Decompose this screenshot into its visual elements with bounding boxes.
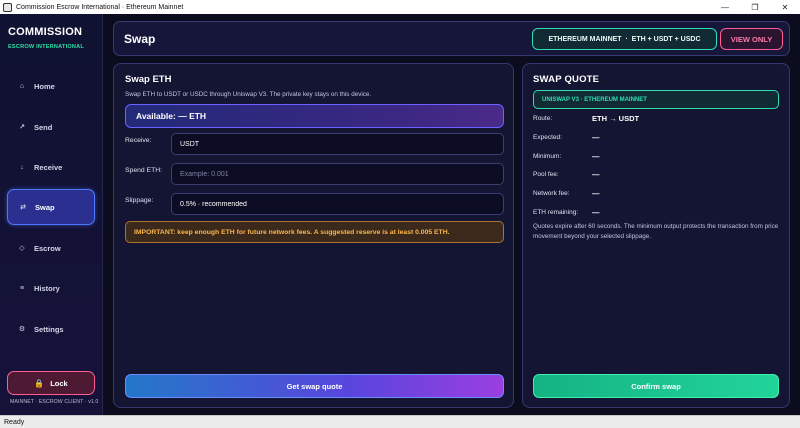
swap-quote-panel: SWAP QUOTE UNISWAP V3 · ETHEREUM MAINNET… bbox=[522, 63, 790, 408]
window-title: Commission Escrow International · Ethere… bbox=[16, 3, 184, 11]
swap-description: Swap ETH to USDT or USDC through Uniswap… bbox=[125, 91, 372, 98]
sidebar-item-label: History bbox=[34, 283, 60, 293]
sidebar-item-send[interactable]: ↗ Send bbox=[7, 109, 95, 145]
slippage-label: Slippage: bbox=[125, 197, 154, 204]
sidebar-item-label: Settings bbox=[34, 324, 64, 334]
gear-icon: ⚙ bbox=[18, 326, 26, 333]
quote-row-minimum: Minimum: — bbox=[533, 152, 779, 165]
receive-label: Receive: bbox=[125, 137, 152, 144]
swap-panel-title: Swap ETH bbox=[125, 74, 172, 85]
quote-value: — bbox=[592, 189, 600, 198]
quote-value: ETH → USDT bbox=[592, 114, 640, 123]
app-window-icon bbox=[3, 2, 12, 12]
quote-row-eth-remaining: ETH remaining: — bbox=[533, 208, 779, 221]
maximize-button[interactable]: ❐ bbox=[740, 0, 770, 14]
quote-label: Pool fee: bbox=[533, 171, 559, 178]
quote-row-expected: Expected: — bbox=[533, 133, 779, 146]
sidebar-item-label: Escrow bbox=[34, 243, 61, 253]
quote-row-network-fee: Network fee: — bbox=[533, 189, 779, 202]
history-list-icon: ≡ bbox=[19, 284, 25, 292]
view-only-badge: VIEW ONLY bbox=[720, 28, 783, 50]
quote-label: Network fee: bbox=[533, 190, 570, 197]
spend-label: Spend ETH: bbox=[125, 167, 163, 174]
brand-subtitle: ESCROW INTERNATIONAL bbox=[8, 44, 84, 50]
sidebar-item-label: Send bbox=[34, 122, 53, 132]
lock-button-label: Lock bbox=[50, 378, 68, 388]
quote-label: Minimum: bbox=[533, 153, 562, 160]
page-header: Swap ETHEREUM MAINNET · ETH + USDT + USD… bbox=[113, 21, 790, 56]
sidebar-item-receive[interactable]: ↓ Receive bbox=[7, 149, 95, 185]
network-badge: ETHEREUM MAINNET · ETH + USDT + USDC bbox=[532, 28, 717, 50]
get-swap-quote-button[interactable]: Get swap quote bbox=[125, 374, 504, 398]
fee-reserve-warning: IMPORTANT: keep enough ETH for future ne… bbox=[125, 221, 504, 243]
quote-value: — bbox=[592, 170, 600, 179]
minimize-button[interactable]: — bbox=[710, 0, 740, 14]
quote-label: Expected: bbox=[533, 134, 562, 141]
receive-token-select[interactable] bbox=[171, 133, 504, 155]
escrow-diamond-icon: ◇ bbox=[19, 245, 25, 252]
home-icon: ⌂ bbox=[19, 82, 25, 90]
quote-label: Route: bbox=[533, 115, 553, 122]
quote-row-pool-fee: Pool fee: — bbox=[533, 170, 779, 183]
lock-icon: 🔒 bbox=[34, 378, 45, 388]
close-button[interactable]: ✕ bbox=[770, 0, 800, 14]
swap-icon: ⇄ bbox=[20, 204, 26, 211]
sidebar-item-history[interactable]: ≡ History bbox=[7, 270, 95, 306]
quote-value: — bbox=[592, 133, 600, 142]
version-label: MAINNET · ESCROW CLIENT · v1.0 bbox=[10, 399, 99, 405]
window-titlebar: Commission Escrow International · Ethere… bbox=[0, 0, 800, 14]
status-text: Ready bbox=[4, 418, 25, 426]
swap-panel: Swap ETH Swap ETH to USDT or USDC throug… bbox=[113, 63, 514, 408]
spend-eth-input[interactable] bbox=[171, 163, 504, 185]
brand-title: COMMISSION bbox=[8, 26, 83, 38]
page-title: Swap bbox=[124, 32, 156, 46]
quote-row-route: Route: ETH → USDT bbox=[533, 114, 779, 127]
send-arrow-icon: ↗ bbox=[19, 124, 25, 131]
lock-button[interactable]: 🔒 Lock bbox=[7, 371, 95, 395]
slippage-select[interactable] bbox=[171, 193, 504, 215]
sidebar-item-swap[interactable]: ⇄ Swap bbox=[7, 189, 95, 225]
quote-label: ETH remaining: bbox=[533, 209, 579, 216]
confirm-swap-button[interactable]: Confirm swap bbox=[533, 374, 779, 398]
quote-value: — bbox=[592, 208, 600, 217]
swap-quote-title: SWAP QUOTE bbox=[533, 74, 600, 85]
receive-arrow-icon: ↓ bbox=[20, 163, 24, 171]
window-controls: — ❐ ✕ bbox=[710, 0, 800, 14]
sidebar-item-escrow[interactable]: ◇ Escrow bbox=[7, 230, 95, 266]
sidebar-item-label: Receive bbox=[34, 162, 63, 172]
status-bar: Ready bbox=[0, 415, 800, 428]
quote-expiry-note: Quotes expire after 60 seconds. The mini… bbox=[533, 223, 779, 240]
provider-badge: UNISWAP V3 · ETHEREUM MAINNET bbox=[533, 90, 779, 109]
sidebar-item-label: Swap bbox=[35, 202, 55, 212]
sidebar-item-home[interactable]: ⌂ Home bbox=[7, 68, 95, 104]
sidebar: COMMISSION ESCROW INTERNATIONAL ⌂ Home ↗… bbox=[0, 14, 103, 415]
available-balance: Available: — ETH bbox=[125, 104, 504, 128]
sidebar-item-settings[interactable]: ⚙ Settings bbox=[7, 311, 95, 347]
sidebar-item-label: Home bbox=[34, 81, 55, 91]
quote-value: — bbox=[592, 152, 600, 161]
